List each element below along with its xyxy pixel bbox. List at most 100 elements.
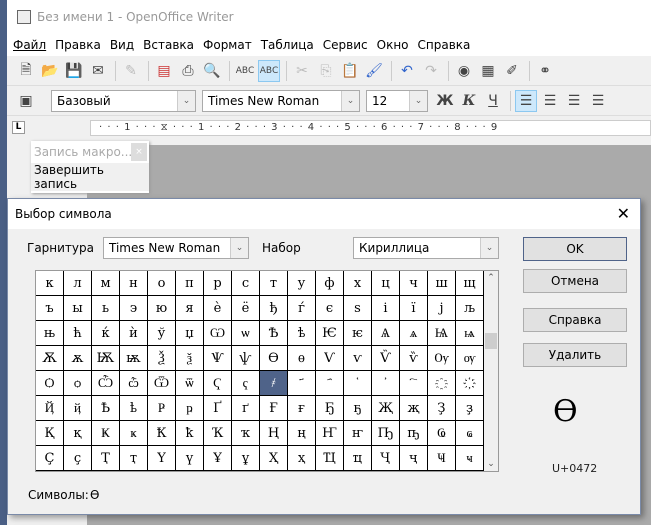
character-cell[interactable]: Ҩ bbox=[428, 421, 456, 446]
menu-window[interactable]: Окно bbox=[377, 38, 409, 52]
character-cell[interactable]: Ҋ bbox=[36, 396, 64, 421]
save-icon[interactable]: 💾 bbox=[63, 60, 85, 82]
character-cell[interactable]: ү bbox=[176, 446, 204, 471]
character-cell[interactable]: Ҧ bbox=[372, 421, 400, 446]
character-cell[interactable]: ѝ bbox=[120, 321, 148, 346]
character-cell[interactable]: Ҭ bbox=[92, 446, 120, 471]
cut-icon[interactable]: ✂ bbox=[291, 60, 313, 82]
align-left-icon[interactable]: ☰ bbox=[515, 89, 537, 112]
character-cell[interactable]: ѯ bbox=[176, 346, 204, 371]
character-cell[interactable]: Ґ bbox=[204, 396, 232, 421]
character-cell[interactable]: т bbox=[260, 271, 288, 296]
character-cell[interactable]: ѹ bbox=[456, 346, 484, 371]
character-cell[interactable]: Ѭ bbox=[92, 346, 120, 371]
character-cell[interactable]: ҡ bbox=[232, 421, 260, 446]
character-cell[interactable]: Ҡ bbox=[204, 421, 232, 446]
close-icon[interactable]: ✕ bbox=[617, 204, 630, 223]
character-cell[interactable]: ѕ bbox=[344, 296, 372, 321]
character-cell[interactable]: п bbox=[176, 271, 204, 296]
character-grid[interactable]: клмнопрстуфхцчшщ ъыьэюяѐёђѓєѕіїјљ њћќѝўџѠѡ… bbox=[35, 270, 499, 472]
character-cell[interactable]: ч bbox=[400, 271, 428, 296]
character-cell[interactable]: л bbox=[64, 271, 92, 296]
email-icon[interactable]: ✉ bbox=[87, 60, 109, 82]
character-cell[interactable]: џ bbox=[176, 321, 204, 346]
delete-button[interactable]: Удалить bbox=[523, 343, 627, 367]
character-cell[interactable]: ҷ bbox=[400, 446, 428, 471]
character-cell[interactable]: Ҹ bbox=[428, 446, 456, 471]
character-cell[interactable]: Ѱ bbox=[204, 346, 232, 371]
character-cell[interactable]: э bbox=[120, 296, 148, 321]
character-cell[interactable]: ґ bbox=[232, 396, 260, 421]
character-cell[interactable]: Ѫ bbox=[36, 346, 64, 371]
underline-button[interactable]: Ч bbox=[482, 90, 504, 112]
character-cell[interactable]: ѓ bbox=[288, 296, 316, 321]
character-cell[interactable]: ұ bbox=[232, 446, 260, 471]
styles-icon[interactable]: ▣ bbox=[15, 90, 37, 112]
character-cell[interactable]: є bbox=[316, 296, 344, 321]
character-cell[interactable]: ҇ bbox=[400, 371, 428, 396]
scroll-down-icon[interactable]: ⌄ bbox=[484, 459, 498, 469]
character-cell[interactable]: ѡ bbox=[232, 321, 260, 346]
align-center-icon[interactable]: ☰ bbox=[539, 90, 561, 112]
undo-icon[interactable]: ↶ bbox=[396, 60, 418, 82]
print-icon[interactable]: ⎙ bbox=[177, 60, 199, 82]
character-cell[interactable]: ђ bbox=[260, 296, 288, 321]
character-cell[interactable]: ҟ bbox=[176, 421, 204, 446]
character-cell[interactable]: ҝ bbox=[120, 421, 148, 446]
character-cell[interactable]: ҂ bbox=[260, 371, 288, 396]
character-cell[interactable]: ѩ bbox=[456, 321, 484, 346]
character-cell[interactable]: ҏ bbox=[176, 396, 204, 421]
menu-tools[interactable]: Сервис bbox=[323, 38, 368, 52]
italic-button[interactable]: К bbox=[458, 90, 480, 112]
character-cell[interactable]: н bbox=[120, 271, 148, 296]
tab-stop-icon[interactable]: L bbox=[12, 121, 25, 134]
character-cell[interactable]: ј bbox=[428, 296, 456, 321]
menu-view[interactable]: Вид bbox=[110, 38, 134, 52]
character-cell[interactable]: Ѽ bbox=[92, 371, 120, 396]
character-cell[interactable]: м bbox=[92, 271, 120, 296]
character-cell[interactable]: ѽ bbox=[120, 371, 148, 396]
character-cell[interactable]: Ҵ bbox=[316, 446, 344, 471]
character-cell[interactable]: ъ bbox=[36, 296, 64, 321]
character-cell[interactable]: ҧ bbox=[400, 421, 428, 446]
character-cell[interactable]: Ѻ bbox=[36, 371, 64, 396]
character-cell[interactable]: Ҍ bbox=[92, 396, 120, 421]
character-cell[interactable]: ь bbox=[92, 296, 120, 321]
character-cell[interactable]: Ҁ bbox=[204, 371, 232, 396]
character-cell[interactable]: Ѩ bbox=[428, 321, 456, 346]
character-cell[interactable]: ѵ bbox=[344, 346, 372, 371]
font-select[interactable]: Times New Roman ⌄ bbox=[103, 237, 249, 259]
character-cell[interactable]: ҃ bbox=[288, 371, 316, 396]
redo-icon[interactable]: ↷ bbox=[420, 60, 442, 82]
character-cell[interactable]: ҕ bbox=[344, 396, 372, 421]
font-size-select[interactable]: 12 ⌄ bbox=[366, 89, 428, 112]
character-cell[interactable]: Ѿ bbox=[148, 371, 176, 396]
character-cell[interactable]: ҵ bbox=[344, 446, 372, 471]
character-cell[interactable]: о bbox=[148, 271, 176, 296]
character-cell[interactable]: Ѹ bbox=[428, 346, 456, 371]
align-right-icon[interactable]: ☰ bbox=[563, 90, 585, 112]
character-cell[interactable]: ҁ bbox=[232, 371, 260, 396]
character-cell[interactable]: Җ bbox=[372, 396, 400, 421]
scroll-up-icon[interactable]: ⌃ bbox=[484, 273, 498, 283]
character-cell[interactable]: Ѣ bbox=[260, 321, 288, 346]
character-cell[interactable]: щ bbox=[456, 271, 484, 296]
character-cell[interactable]: Ҥ bbox=[316, 421, 344, 446]
bold-button[interactable]: Ж bbox=[434, 90, 456, 112]
open-folder-icon[interactable]: 📂 bbox=[39, 60, 61, 82]
character-cell[interactable]: ҉ bbox=[456, 371, 484, 396]
character-cell[interactable]: љ bbox=[456, 296, 484, 321]
table-icon[interactable]: ▦ bbox=[477, 60, 499, 82]
character-cell[interactable]: ҋ bbox=[64, 396, 92, 421]
chevron-down-icon[interactable]: ⌄ bbox=[409, 90, 427, 111]
character-cell[interactable]: ш bbox=[428, 271, 456, 296]
character-cell[interactable]: ҫ bbox=[64, 446, 92, 471]
character-cell[interactable]: ѳ bbox=[288, 346, 316, 371]
menu-format[interactable]: Формат bbox=[203, 38, 252, 52]
chevron-down-icon[interactable]: ⌄ bbox=[341, 90, 359, 111]
character-cell[interactable]: ҙ bbox=[456, 396, 484, 421]
character-cell[interactable]: Ң bbox=[260, 421, 288, 446]
menu-file[interactable]: Файл bbox=[13, 38, 46, 52]
character-cell[interactable]: ҄ bbox=[316, 371, 344, 396]
grid-scrollbar[interactable]: ⌃ ⌄ bbox=[484, 271, 498, 471]
